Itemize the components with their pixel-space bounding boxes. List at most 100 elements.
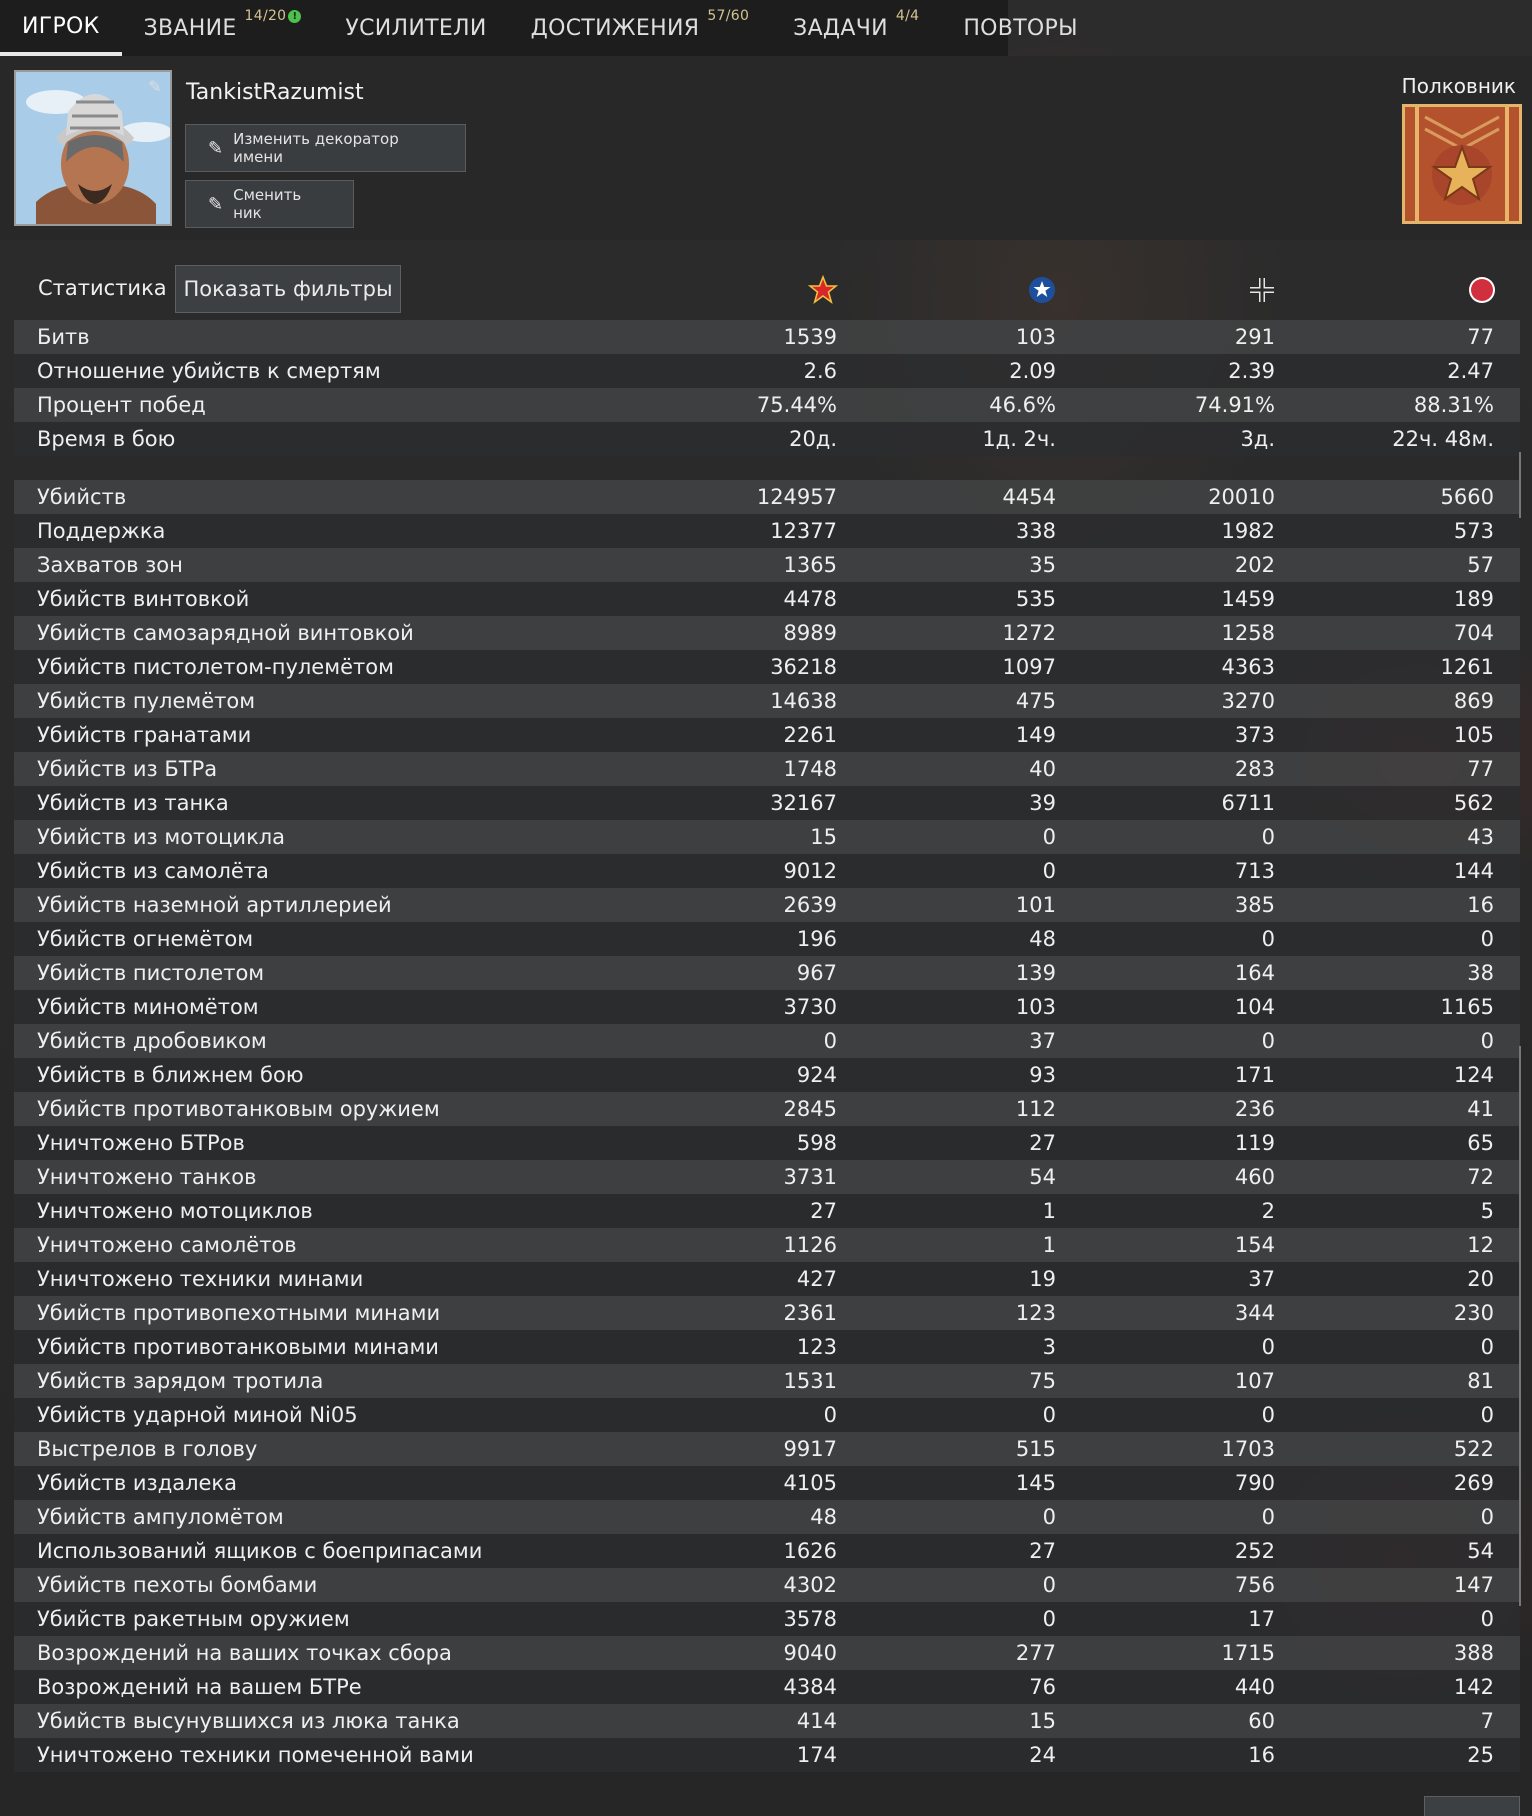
stat-value-japan: 77 [1467, 325, 1494, 349]
stat-value-japan: 72 [1467, 1165, 1494, 1189]
table-row: Убийств издалека 4105 145 790 269 [14, 1466, 1520, 1500]
stat-value-japan: 88.31% [1413, 393, 1494, 417]
stat-value-ussr: 1126 [783, 1233, 837, 1257]
stat-value-germany: 2 [1261, 1199, 1275, 1223]
stat-value-japan: 16 [1467, 893, 1494, 917]
table-row: Выстрелов в голову 9917 515 1703 522 [14, 1432, 1520, 1466]
show-filters-button[interactable]: Показать фильтры [175, 265, 401, 313]
stat-name: Убийств пулемётом [37, 689, 256, 713]
stat-value-usa: 1д. 2ч. [982, 427, 1056, 451]
stat-value-ussr: 32167 [770, 791, 837, 815]
stat-value-ussr: 9040 [783, 1641, 837, 1665]
table-row: Убийств пистолетом-пулемётом 36218 1097 436… [14, 650, 1520, 684]
stat-value-ussr: 3730 [783, 995, 837, 1019]
edit-avatar-icon[interactable]: ✎ [146, 78, 164, 96]
stat-value-japan: 54 [1467, 1539, 1494, 1563]
stat-name: Уничтожено БТРов [37, 1131, 245, 1155]
stat-value-germany: 790 [1234, 1471, 1275, 1495]
stat-name: Убийств самозарядной винтовкой [37, 621, 414, 645]
stat-value-germany: 283 [1234, 757, 1275, 781]
stat-value-germany: 164 [1234, 961, 1275, 985]
change-nickname-button[interactable]: ✎ Сменить ник [185, 180, 354, 228]
stat-value-usa: 1 [1042, 1233, 1056, 1257]
colonel-insignia-icon [1405, 107, 1519, 221]
stat-value-usa: 75 [1029, 1369, 1056, 1393]
table-row: Уничтожено БТРов 598 27 119 65 [14, 1126, 1520, 1160]
stat-name: Убийств ампуломётом [37, 1505, 284, 1529]
tab-replays[interactable]: ПОВТОРЫ [941, 0, 1100, 56]
stat-value-japan: 562 [1453, 791, 1494, 815]
scrollbar[interactable] [1519, 452, 1521, 518]
stat-value-germany: 385 [1234, 893, 1275, 917]
change-name-decorator-button[interactable]: ✎ Изменить декоратор имени [185, 124, 466, 172]
rank-title: Полковник [1401, 74, 1516, 98]
stat-value-germany: 202 [1234, 553, 1275, 577]
avatar[interactable]: ✎ [14, 70, 172, 226]
stat-value-germany: 0 [1261, 825, 1275, 849]
stat-value-japan: 105 [1453, 723, 1494, 747]
stat-value-japan: 22ч. 48м. [1392, 427, 1494, 451]
stat-value-ussr: 598 [796, 1131, 837, 1155]
stat-value-germany: 3270 [1221, 689, 1275, 713]
stat-value-germany: 0 [1261, 1029, 1275, 1053]
stat-value-usa: 1 [1042, 1199, 1056, 1223]
tab-label: ЗАДАЧИ [793, 15, 888, 41]
stat-value-usa: 0 [1042, 1573, 1056, 1597]
table-row: Убийств из танка 32167 39 6711 562 [14, 786, 1520, 820]
stat-value-usa: 15 [1029, 1709, 1056, 1733]
stat-value-usa: 35 [1029, 553, 1056, 577]
stat-value-germany: 373 [1234, 723, 1275, 747]
button-label: Изменить декоратор имени [233, 130, 399, 166]
stat-value-usa: 277 [1015, 1641, 1056, 1665]
notification-icon: ! [288, 9, 302, 23]
stat-value-ussr: 1748 [783, 757, 837, 781]
tab-rank[interactable]: ЗВАНИЕ 14/20 ! [122, 0, 324, 56]
stat-name: Убийств ракетным оружием [37, 1607, 350, 1631]
tab-tasks[interactable]: ЗАДАЧИ 4/4 [771, 0, 941, 56]
stat-value-japan: 869 [1453, 689, 1494, 713]
bottom-corner-button[interactable] [1424, 1796, 1520, 1816]
stat-value-usa: 27 [1029, 1539, 1056, 1563]
stat-value-ussr: 967 [796, 961, 837, 985]
tab-badge: 14/20 [244, 8, 287, 24]
stat-value-japan: 1261 [1440, 655, 1494, 679]
stat-name: Уничтожено техники минами [37, 1267, 364, 1291]
table-row: Убийств ракетным оружием 3578 0 17 0 [14, 1602, 1520, 1636]
stat-value-usa: 149 [1015, 723, 1056, 747]
tab-player[interactable]: ИГРОК [0, 0, 122, 56]
stat-value-ussr: 48 [810, 1505, 837, 1529]
stat-value-usa: 475 [1015, 689, 1056, 713]
stat-value-japan: 25 [1467, 1743, 1494, 1767]
rank-insignia-icon[interactable] [1402, 104, 1522, 224]
tab-achievements[interactable]: ДОСТИЖЕНИЯ 57/60 [509, 0, 772, 56]
stat-value-japan: 144 [1453, 859, 1494, 883]
stat-name: Убийств противотанковыми минами [37, 1335, 439, 1359]
stat-value-ussr: 75.44% [756, 393, 837, 417]
stat-value-germany: 119 [1234, 1131, 1275, 1155]
table-row: Убийств из БТРа 1748 40 283 77 [14, 752, 1520, 786]
table-row: Убийств пехоты бомбами 4302 0 756 147 [14, 1568, 1520, 1602]
stat-name: Убийств из танка [37, 791, 229, 815]
stat-name: Битв [37, 325, 90, 349]
tab-boosters[interactable]: УСИЛИТЕЛИ [323, 0, 508, 56]
stat-value-japan: 65 [1467, 1131, 1494, 1155]
table-row: Убийств дробовиком 0 37 0 0 [14, 1024, 1520, 1058]
stat-value-germany: 20010 [1208, 485, 1275, 509]
stat-value-usa: 103 [1015, 325, 1056, 349]
stat-value-germany: 0 [1261, 927, 1275, 951]
table-row: Убийств пулемётом 14638 475 3270 869 [14, 684, 1520, 718]
stat-value-germany: 60 [1248, 1709, 1275, 1733]
ussr-star-icon [808, 275, 838, 304]
stat-name: Возрождений на ваших точках сбора [37, 1641, 452, 1665]
stat-value-ussr: 174 [796, 1743, 837, 1767]
scrollbar-track[interactable] [1519, 1046, 1521, 1606]
stat-value-usa: 27 [1029, 1131, 1056, 1155]
stat-value-usa: 123 [1015, 1301, 1056, 1325]
stat-value-ussr: 4105 [783, 1471, 837, 1495]
stat-value-ussr: 2361 [783, 1301, 837, 1325]
stat-value-ussr: 2.6 [803, 359, 837, 383]
stat-value-germany: 252 [1234, 1539, 1275, 1563]
stat-value-germany: 171 [1234, 1063, 1275, 1087]
table-row: Убийств из мотоцикла 15 0 0 43 [14, 820, 1520, 854]
table-row: Убийств пистолетом 967 139 164 38 [14, 956, 1520, 990]
